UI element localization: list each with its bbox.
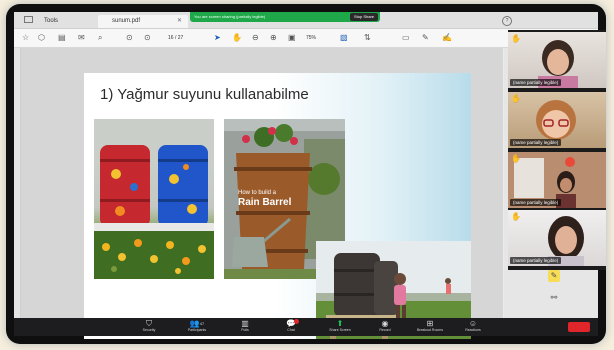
participant-name: (name partially legible) (510, 257, 562, 264)
end-meeting-button[interactable] (568, 322, 590, 332)
poll-icon: ▥ (241, 319, 249, 328)
breakout-rooms-button[interactable]: ⊞ Breakout Rooms (410, 319, 450, 333)
participant-video-panel: ✋ (name partially legible) ✋ (name parti… (508, 30, 606, 270)
participant-tile[interactable]: ✋ (name partially legible) (508, 210, 606, 266)
polls-button[interactable]: ▥ Polls (230, 319, 260, 333)
home-icon[interactable] (24, 16, 33, 23)
slide-page: 1) Yağmur suyunu kullanabilme How to bui… (84, 73, 471, 339)
participant-tile[interactable]: ✋ (name partially legible) (508, 32, 606, 88)
shared-screen: Tools sunum.pdf ✕ ? You are screen shari… (14, 12, 606, 339)
photo-caption-line2: Rain Barrel (238, 197, 292, 208)
breakout-icon: ⊞ (426, 319, 434, 328)
polls-label: Polls (241, 328, 249, 332)
raised-hand-icon: ✋ (511, 212, 521, 221)
participant-name: (name partially legible) (510, 199, 562, 206)
chat-notification-badge (294, 319, 299, 324)
sign-icon[interactable]: ✍ (442, 33, 452, 43)
security-button[interactable]: ⛉ Security (134, 319, 164, 333)
print-icon[interactable]: ▤ (58, 33, 66, 43)
participants-count: 47 (199, 321, 205, 326)
page-view-icon[interactable]: ▧ (340, 33, 348, 43)
save-icon[interactable]: ⬡ (38, 33, 45, 43)
pdf-document-area[interactable]: 1) Yağmur suyunu kullanabilme How to bui… (21, 48, 503, 339)
raised-hand-icon: ✋ (511, 154, 521, 163)
participant-tile[interactable]: ✋ (name partially legible) (508, 92, 606, 148)
scroll-mode-icon[interactable]: ⇅ (364, 33, 371, 43)
screen-share-status-bar: You are screen sharing (partially legibl… (190, 12, 380, 22)
record-button[interactable]: ◉ Record (370, 319, 400, 333)
link-icon[interactable]: ⚯ (548, 292, 560, 304)
reactions-button[interactable]: ☺ Reactions (458, 319, 488, 333)
participant-name: (name partially legible) (510, 79, 562, 86)
pen-icon[interactable]: ✎ (422, 33, 429, 43)
share-status-text: You are screen sharing (partially legibl… (194, 14, 266, 19)
fit-icon[interactable]: ▣ (288, 33, 296, 43)
record-label: Record (379, 328, 391, 332)
tab-tools[interactable]: Tools (44, 15, 58, 28)
raised-hand-icon: ✋ (511, 94, 521, 103)
chat-button[interactable]: 💬 Chat (276, 319, 306, 333)
zoom-meeting-toolbar: ⛉ Security 👥47 Participants ▥ Polls 💬 Ch… (14, 318, 598, 336)
slide-title: 1) Yağmur suyunu kullanabilme (100, 86, 309, 103)
page-down-icon[interactable]: ⊙ (144, 33, 151, 43)
search-icon[interactable]: ⌕ (98, 33, 102, 43)
zoom-out-icon[interactable]: ⊖ (252, 33, 259, 43)
page-up-icon[interactable]: ⊙ (126, 33, 133, 43)
people-icon: 👥47 (189, 319, 205, 328)
zoom-window-frame: Tools sunum.pdf ✕ ? You are screen shari… (6, 4, 606, 344)
stop-share-button[interactable]: Stop Share (349, 13, 378, 21)
comment-icon[interactable]: ▭ (402, 33, 410, 43)
photo-caption-line1: How to build a (238, 190, 277, 196)
help-icon[interactable]: ? (502, 16, 512, 26)
participants-button[interactable]: 👥47 Participants (182, 319, 212, 333)
share-screen-icon: ⬆ (336, 319, 344, 328)
participants-label: Participants (187, 328, 207, 332)
note-icon[interactable]: ✎ (548, 270, 560, 282)
cursor-icon[interactable]: ➤ (214, 33, 221, 43)
record-icon: ◉ (381, 319, 389, 328)
mail-icon[interactable]: ✉ (78, 33, 85, 43)
painted-rain-barrels-photo (94, 119, 214, 279)
zoom-level[interactable]: 75% (306, 33, 316, 43)
chat-label: Chat (287, 328, 295, 332)
share-screen-label: Share Screen (329, 328, 351, 332)
star-icon[interactable]: ☆ (22, 33, 29, 43)
raised-hand-icon: ✋ (511, 34, 521, 43)
tab-document[interactable]: sunum.pdf ✕ (98, 15, 188, 28)
reaction-icon: ☺ (468, 319, 478, 328)
close-icon[interactable]: ✕ (177, 15, 182, 28)
zoom-in-icon[interactable]: ⊕ (270, 33, 277, 43)
reactions-label: Reactions (465, 328, 481, 332)
pdf-left-sidebar[interactable] (14, 48, 21, 318)
shield-icon: ⛉ (146, 319, 152, 328)
hand-icon[interactable]: ✋ (232, 33, 242, 43)
tab-document-label: sunum.pdf (112, 18, 141, 24)
share-screen-button[interactable]: ⬆ Share Screen (320, 319, 360, 333)
security-label: Security (142, 328, 156, 332)
chat-icon: 💬 (286, 319, 296, 328)
page-indicator[interactable]: 16 / 27 (168, 33, 183, 43)
breakout-rooms-label: Breakout Rooms (416, 328, 444, 332)
participant-tile[interactable]: ✋ (name partially legible) (508, 152, 606, 208)
participant-name: (name partially legible) (510, 139, 562, 146)
